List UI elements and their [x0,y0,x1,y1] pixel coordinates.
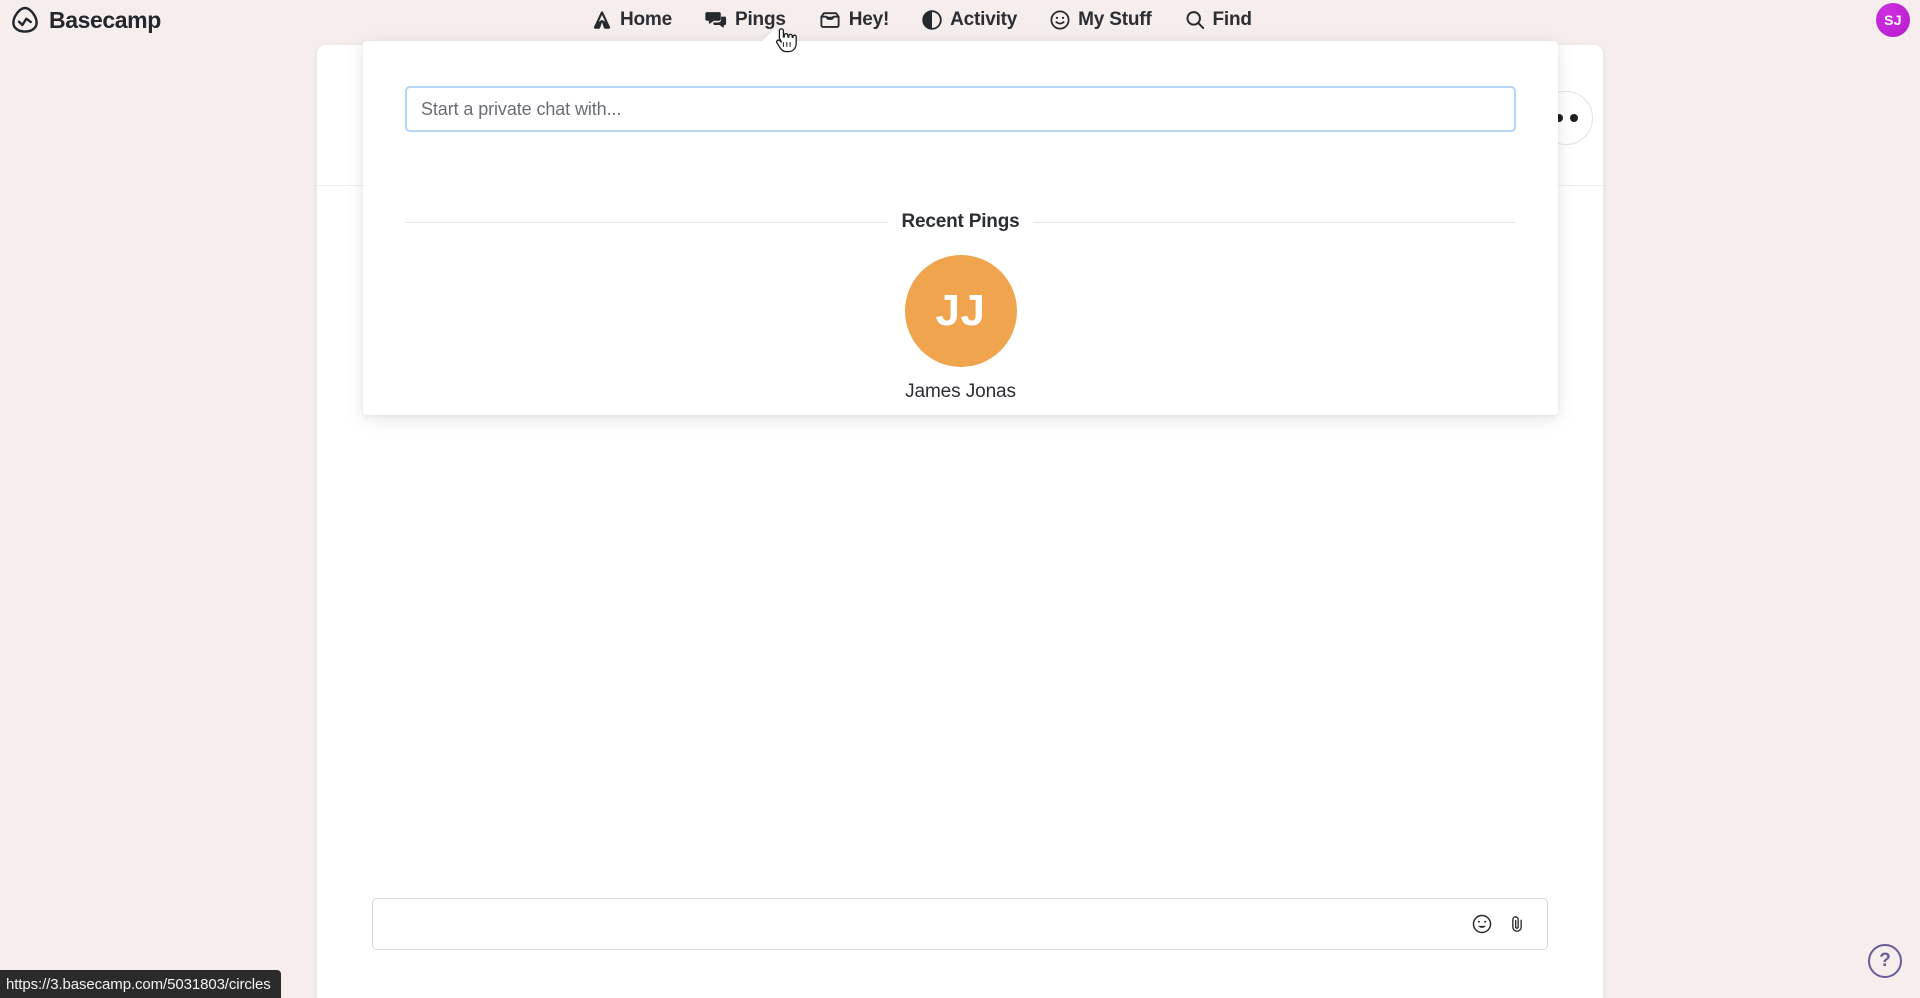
ellipsis-icon [1569,114,1578,122]
composer-tools [1471,913,1531,935]
account-avatar-initials: SJ [1884,12,1902,28]
home-tent-icon [593,11,611,29]
composer-input[interactable] [389,899,1471,949]
chat-bubbles-icon [705,12,727,28]
nav-label: My Stuff [1078,9,1152,30]
account-avatar[interactable]: SJ [1876,3,1910,37]
smiley-face-icon[interactable] [1471,913,1493,935]
basecamp-hill-logo [12,6,38,33]
primary-nav: Home Pings Hey! Activity My Stuff Find [575,0,1268,40]
recent-pings-label: Recent Pings [901,211,1020,232]
pie-clock-icon [922,10,942,30]
person-name: James Jonas [905,381,1016,402]
dropdown-arrow [761,28,789,42]
help-button[interactable]: ? [1868,944,1902,978]
nav-item-my-stuff[interactable]: My Stuff [1033,0,1167,40]
nav-item-hey[interactable]: Hey! [802,0,905,40]
nav-item-find[interactable]: Find [1168,0,1268,40]
nav-label: Home [620,9,672,30]
avatar-initials: JJ [935,286,986,335]
brand-logo-link[interactable]: Basecamp [10,0,161,40]
help-button-label: ? [1879,950,1891,971]
recent-pings-header: Recent Pings [405,211,1516,233]
recent-ping-person[interactable]: JJ James Jonas [895,249,1027,409]
divider-line-right [1033,221,1516,223]
smiley-face-icon [1050,10,1070,30]
nav-item-activity[interactable]: Activity [905,0,1033,40]
divider-line-left [405,221,888,223]
nav-label: Find [1212,9,1252,30]
brand-name: Basecamp [49,6,161,33]
nav-label: Hey! [848,9,890,30]
paperclip-icon[interactable] [1507,913,1527,935]
top-navigation-bar: Basecamp Home Pings Hey! Activity My Stu… [0,0,1920,40]
message-composer[interactable] [372,898,1548,950]
nav-item-home[interactable]: Home [575,0,688,40]
search-icon [1186,11,1204,30]
private-chat-search-input[interactable] [421,98,1500,120]
recent-pings-list: JJ James Jonas [405,249,1516,409]
avatar: JJ [904,255,1017,367]
inbox-tray-icon [820,12,840,28]
status-bar-url: https://3.basecamp.com/5031803/circles [0,970,281,998]
nav-label: Activity [950,9,1018,30]
pings-dropdown-panel: Recent Pings JJ James Jonas [363,41,1558,415]
private-chat-search-field[interactable] [405,86,1516,132]
